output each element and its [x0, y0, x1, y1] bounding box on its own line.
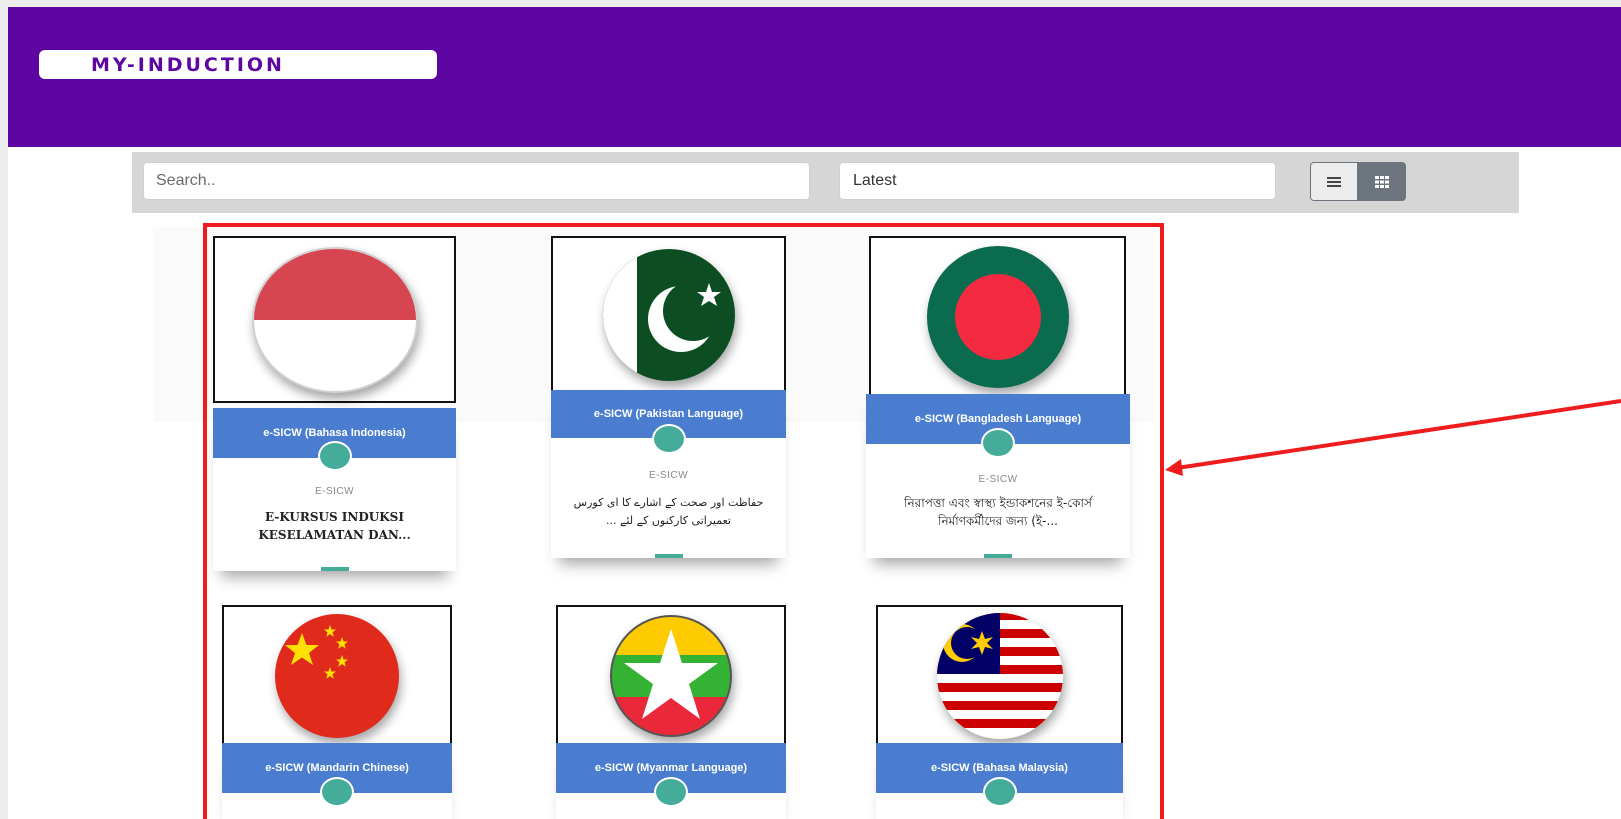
highlight-box: [203, 223, 1164, 819]
view-toggle: [1310, 162, 1407, 201]
page: MY-INDUCTION Latest: [8, 7, 1621, 819]
list-view-button[interactable]: [1310, 162, 1358, 201]
grid-icon: [1375, 175, 1389, 188]
search-input[interactable]: [143, 162, 810, 200]
filter-toolbar: Latest: [132, 152, 1519, 213]
grid-view-button[interactable]: [1358, 162, 1406, 201]
list-icon: [1327, 176, 1341, 187]
annotation-arrow-icon: [1165, 399, 1621, 476]
top-header: MY-INDUCTION: [8, 7, 1621, 147]
site-logo[interactable]: MY-INDUCTION: [39, 50, 437, 79]
sort-select[interactable]: Latest: [839, 162, 1276, 200]
